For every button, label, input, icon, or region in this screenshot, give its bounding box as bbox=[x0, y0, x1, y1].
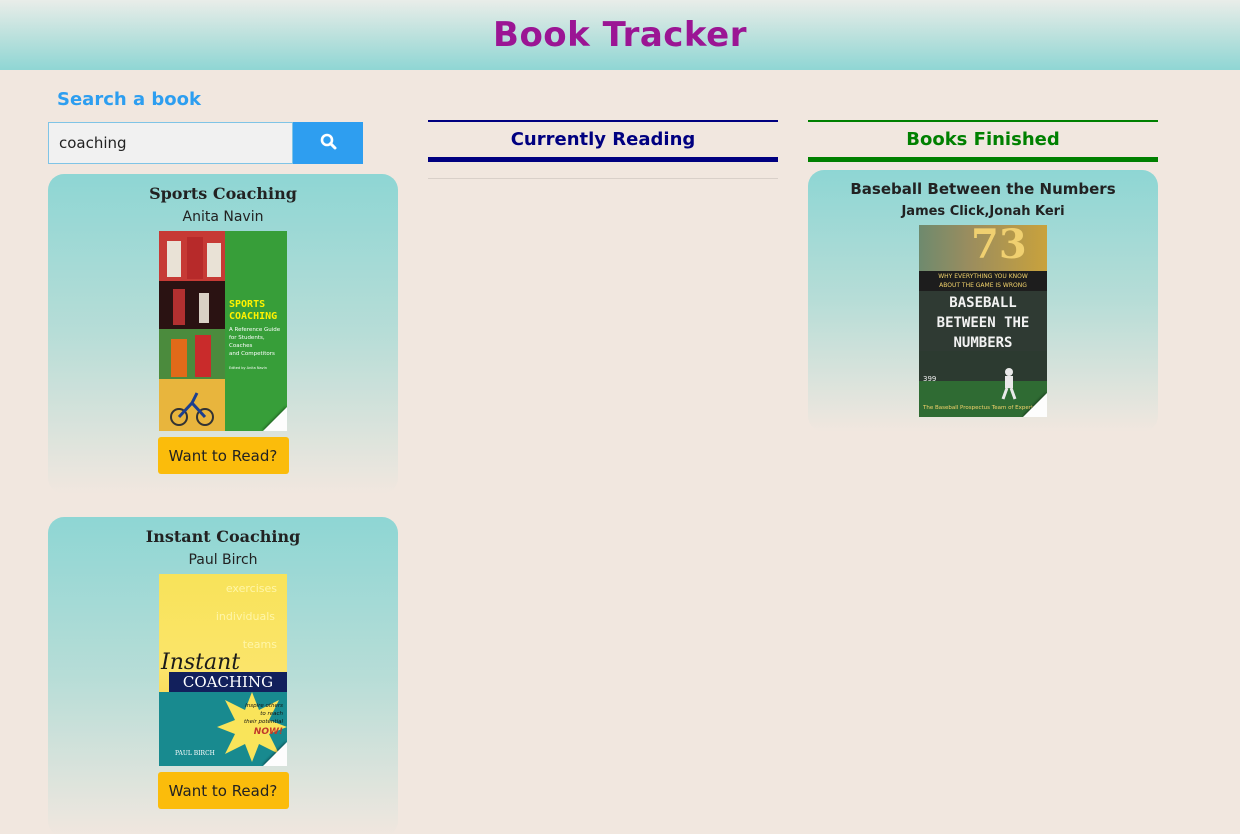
cover-bg-word: teams bbox=[242, 638, 277, 651]
want-to-read-button[interactable]: Want to Read? bbox=[157, 772, 289, 809]
cover-title-line: SPORTS bbox=[229, 299, 266, 310]
search-input[interactable] bbox=[48, 122, 293, 164]
app-title: Book Tracker bbox=[493, 15, 747, 55]
cover-editor: Edited by Anita Navin bbox=[229, 366, 267, 370]
book-author: James Click,Jonah Keri bbox=[901, 204, 1065, 219]
cover-subtitle-line: for Students, Coaches bbox=[229, 335, 265, 349]
book-title: Baseball Between the Numbers bbox=[850, 180, 1116, 198]
search-button[interactable] bbox=[293, 122, 363, 164]
cover-subtitle-line: A Reference Guide bbox=[229, 327, 281, 333]
search-icon bbox=[320, 133, 337, 153]
finished-book-card: Baseball Between the Numbers James Click… bbox=[808, 170, 1158, 432]
cover-credit: The Baseball Prospectus Team of Experts bbox=[923, 405, 1037, 411]
cover-burst-line: NOW! bbox=[253, 727, 283, 737]
page-curl-icon bbox=[263, 742, 287, 766]
page-curl-icon bbox=[1023, 393, 1047, 417]
cover-title-line: NUMBERS bbox=[953, 335, 1013, 351]
cover-burst-line: their potential bbox=[243, 719, 283, 725]
book-title: Instant Coaching bbox=[145, 527, 301, 546]
search-heading: Search a book bbox=[57, 89, 201, 110]
search-result-card: Instant Coaching Paul Birch exercises in… bbox=[48, 517, 398, 834]
book-author: Anita Navin bbox=[182, 209, 264, 225]
cover-bg-word: individuals bbox=[215, 610, 275, 623]
cover-jersey-number: 73 bbox=[971, 225, 1027, 268]
cover-subtitle-line: and Competitors bbox=[229, 351, 275, 357]
book-title: Sports Coaching bbox=[149, 184, 297, 203]
cover-tagline: ABOUT THE GAME IS WRONG bbox=[939, 282, 1027, 289]
currently-reading-divider bbox=[428, 178, 778, 179]
cover-bg-word: exercises bbox=[225, 582, 277, 595]
cover-title-word: COACHING bbox=[169, 672, 287, 692]
currently-reading-heading: Currently Reading bbox=[428, 120, 778, 162]
app-header: Book Tracker bbox=[0, 0, 1240, 70]
cover-title-line: COACHING bbox=[229, 311, 278, 322]
want-to-read-button[interactable]: Want to Read? bbox=[157, 437, 289, 474]
cover-title-line: BASEBALL bbox=[949, 295, 1017, 311]
search-result-card: Sports Coaching Anita Navin SPORTS COACH… bbox=[48, 174, 398, 494]
book-cover[interactable]: exercises individuals teams Instant COAC… bbox=[159, 574, 287, 766]
cover-title-line: BETWEEN THE bbox=[936, 315, 1030, 331]
player-figure bbox=[1001, 368, 1017, 400]
page-curl-icon bbox=[263, 407, 287, 431]
books-finished-heading: Books Finished bbox=[808, 120, 1158, 162]
book-cover[interactable]: SPORTS COACHING A Reference Guide for St… bbox=[159, 231, 287, 431]
cover-tagline: WHY EVERYTHING YOU KNOW bbox=[938, 273, 1028, 280]
cover-author: PAUL BIRCH bbox=[175, 750, 215, 757]
book-author: Paul Birch bbox=[188, 552, 258, 568]
book-cover[interactable]: 73 WHY EVERYTHING YOU KNOW ABOUT THE GAM… bbox=[919, 225, 1047, 417]
cover-burst-line: to reach bbox=[260, 711, 283, 717]
cover-burst-line: Inspire others bbox=[245, 703, 283, 709]
